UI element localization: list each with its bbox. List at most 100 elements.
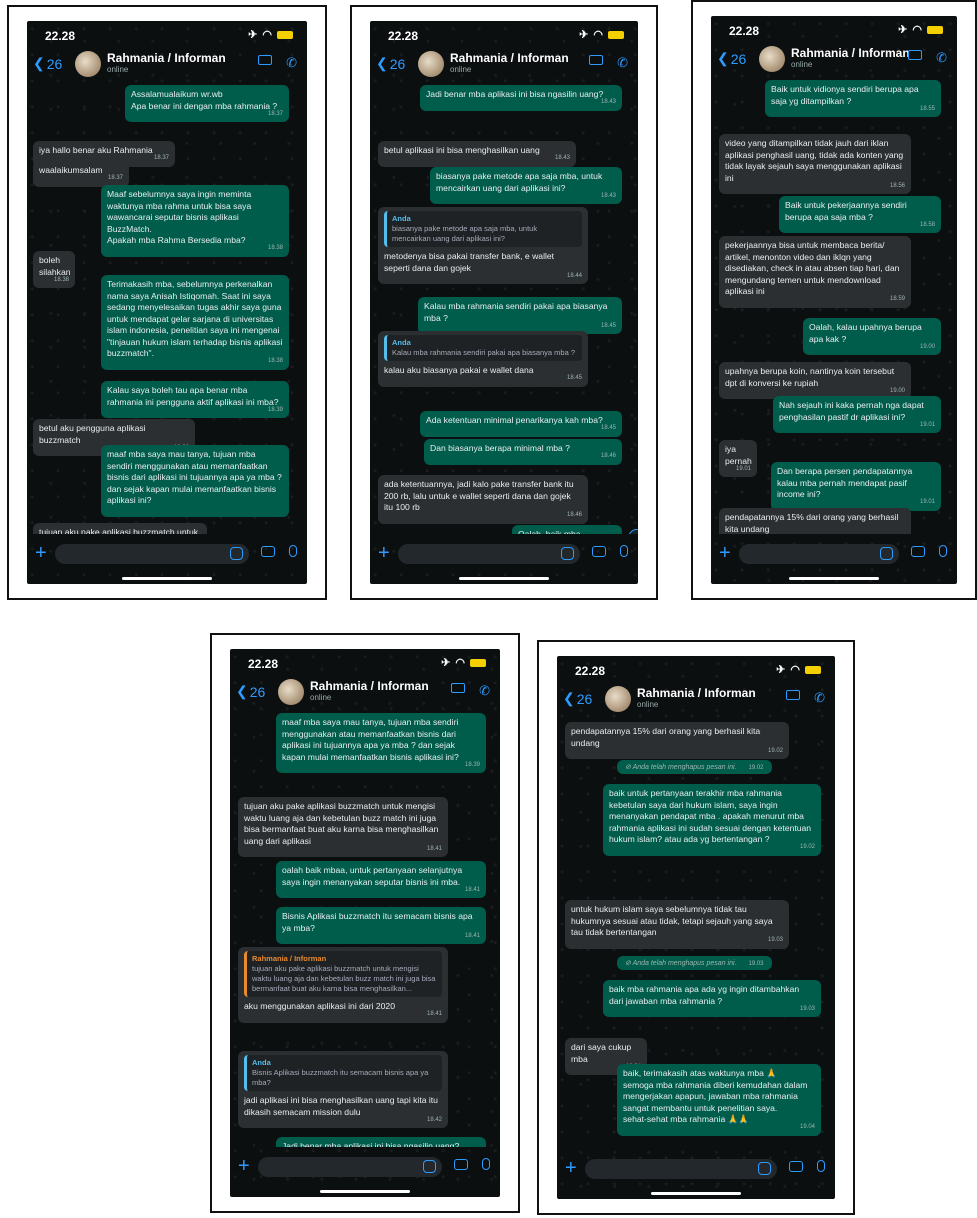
video-call-icon[interactable] — [589, 55, 604, 65]
outgoing-message[interactable]: Assalamualaikum wr.wb Apa benar ini deng… — [125, 85, 289, 122]
attach-plus-icon[interactable]: + — [238, 1155, 250, 1178]
camera-icon[interactable] — [261, 546, 275, 557]
incoming-message[interactable]: iya pernah 19.01 — [719, 440, 757, 477]
outgoing-message[interactable]: Maaf sebelumnya saya ingin meminta waktu… — [101, 185, 289, 257]
attach-plus-icon[interactable]: + — [565, 1157, 577, 1180]
attach-plus-icon[interactable]: + — [719, 542, 731, 565]
quoted-reply[interactable]: Anda biasanya pake metode apa saja mba, u… — [384, 211, 582, 247]
back-button[interactable]: ❮ 26 — [236, 683, 265, 700]
message-input[interactable] — [739, 544, 899, 564]
outgoing-message[interactable]: Jadi benar mba aplikasi ini bisa ngasili… — [420, 85, 622, 111]
outgoing-message[interactable]: Kalau saya boleh tau apa benar mba rahma… — [101, 381, 289, 418]
phone-call-icon[interactable]: ✆ — [617, 55, 628, 71]
outgoing-message[interactable]: oalah baik mbaa, untuk pertanyaan selanj… — [276, 861, 486, 898]
message-input[interactable] — [398, 544, 580, 564]
incoming-message[interactable]: pendapatannya 15% dari orang yang berhas… — [565, 722, 789, 759]
incoming-message[interactable]: Anda Kalau mba rahmania sendiri pakai apa… — [378, 331, 588, 387]
outgoing-message[interactable]: Dan berapa persen pendapatannya kalau mb… — [771, 462, 941, 511]
attach-plus-icon[interactable]: + — [35, 542, 47, 565]
outgoing-message[interactable]: Nah sejauh ini kaka pernah nga dapat pen… — [773, 396, 941, 433]
outgoing-message[interactable]: Kalau mba rahmania sendiri pakai apa bia… — [418, 297, 622, 334]
back-button[interactable]: ❮ 26 — [563, 690, 592, 707]
outgoing-message[interactable]: biasanya pake metode apa saja mba, untuk… — [430, 167, 622, 204]
quoted-reply[interactable]: Anda Kalau mba rahmania sendiri pakai apa… — [384, 335, 582, 361]
phone-call-icon[interactable]: ✆ — [936, 50, 947, 66]
message-list[interactable]: pendapatannya 15% dari orang yang berhas… — [557, 718, 835, 1149]
message-list[interactable]: Assalamualaikum wr.wb Apa benar ini deng… — [27, 83, 307, 534]
outgoing-message[interactable]: Jadi benar mba aplikasi ini bisa ngasili… — [276, 1137, 486, 1147]
microphone-icon[interactable] — [289, 545, 297, 557]
incoming-message[interactable]: pekerjaannya bisa untuk membaca berita/ … — [719, 236, 911, 308]
message-list[interactable]: maaf mba saya mau tanya, tujuan mba send… — [230, 711, 500, 1147]
avatar[interactable] — [605, 686, 631, 712]
incoming-message[interactable]: untuk hukum islam saya sebelumnya tidak … — [565, 900, 789, 949]
outgoing-message[interactable]: Baik untuk pekerjaannya sendiri berupa a… — [779, 196, 941, 233]
video-call-icon[interactable] — [908, 50, 923, 60]
incoming-message[interactable]: tujuan aku pake aplikasi buzzmatch untuk — [33, 523, 207, 534]
incoming-message[interactable]: video yang ditampilkan tidak jauh dari i… — [719, 134, 911, 194]
back-button[interactable]: ❮ 26 — [376, 55, 405, 72]
contact-name[interactable]: Rahmania / Informan — [791, 46, 910, 60]
video-call-icon[interactable] — [258, 55, 273, 65]
back-button[interactable]: ❮ 26 — [717, 50, 746, 67]
incoming-message[interactable]: waalaikumsalam 18.37 — [33, 161, 129, 187]
incoming-message[interactable]: tujuan aku pake aplikasi buzzmatch untuk… — [238, 797, 448, 857]
incoming-message[interactable]: Anda biasanya pake metode apa saja mba, u… — [378, 207, 588, 284]
incoming-message[interactable]: upahnya berupa koin, nantinya koin terse… — [719, 362, 911, 399]
phone-call-icon[interactable]: ✆ — [286, 55, 297, 71]
avatar[interactable] — [75, 51, 101, 77]
camera-icon[interactable] — [789, 1161, 803, 1172]
sticker-icon[interactable] — [880, 547, 893, 560]
sticker-icon[interactable] — [423, 1160, 436, 1173]
sticker-icon[interactable] — [758, 1162, 771, 1175]
message-input[interactable] — [55, 544, 249, 564]
message-list[interactable]: Baik untuk vidionya sendiri berupa apa s… — [711, 78, 957, 534]
outgoing-message[interactable]: Ada ketentuan minimal penarikanya kah mb… — [420, 411, 622, 437]
incoming-message[interactable]: pendapatannya 15% dari orang yang berhas… — [719, 508, 911, 534]
contact-name[interactable]: Rahmania / Informan — [107, 51, 226, 65]
quoted-reply[interactable]: Rahmania / Informan tujuan aku pake aplik… — [244, 951, 442, 997]
message-list[interactable]: Jadi benar mba aplikasi ini bisa ngasili… — [370, 83, 638, 534]
message-input[interactable] — [258, 1157, 442, 1177]
phone-call-icon[interactable]: ✆ — [814, 690, 825, 706]
outgoing-message[interactable]: maaf mba saya mau tanya, tujuan mba send… — [276, 713, 486, 773]
phone-call-icon[interactable]: ✆ — [479, 683, 490, 699]
microphone-icon[interactable] — [817, 1160, 825, 1172]
outgoing-message[interactable]: baik untuk pertanyaan terakhir mba rahma… — [603, 784, 821, 856]
video-call-icon[interactable] — [786, 690, 801, 700]
outgoing-message[interactable]: Dan biasanya berapa minimal mba ? 18.46 — [424, 439, 622, 465]
message-input[interactable] — [585, 1159, 777, 1179]
outgoing-message[interactable]: baik mba rahmania apa ada yg ingin ditam… — [603, 980, 821, 1017]
contact-name[interactable]: Rahmania / Informan — [310, 679, 429, 693]
incoming-message[interactable]: boleh silahkan 18.38 — [33, 251, 75, 288]
outgoing-message[interactable]: Oalah, baik mba18.47 — [512, 525, 622, 534]
sticker-icon[interactable] — [561, 547, 574, 560]
contact-name[interactable]: Rahmania / Informan — [450, 51, 569, 65]
microphone-icon[interactable] — [939, 545, 947, 557]
incoming-message[interactable]: Rahmania / Informan tujuan aku pake aplik… — [238, 947, 448, 1023]
outgoing-message[interactable]: baik, terimakasih atas waktunya mba 🙏 se… — [617, 1064, 821, 1136]
outgoing-message[interactable]: maaf mba saya mau tanya, tujuan mba send… — [101, 445, 289, 517]
attach-plus-icon[interactable]: + — [378, 542, 390, 565]
microphone-icon[interactable] — [482, 1158, 490, 1170]
camera-icon[interactable] — [454, 1159, 468, 1170]
outgoing-message[interactable]: Baik untuk vidionya sendiri berupa apa s… — [765, 80, 941, 117]
outgoing-message[interactable]: Terimakasih mba, sebelumnya perkenalkan … — [101, 275, 289, 370]
quoted-reply[interactable]: Anda Bisnis Aplikasi buzzmatch itu semaca… — [244, 1055, 442, 1091]
avatar[interactable] — [278, 679, 304, 705]
outgoing-message[interactable]: Oalah, kalau upahnya berupa apa kak ? 19.… — [803, 318, 941, 355]
incoming-message[interactable]: betul aplikasi ini bisa menghasilkan uan… — [378, 141, 576, 167]
incoming-message[interactable]: Anda Bisnis Aplikasi buzzmatch itu semaca… — [238, 1051, 448, 1128]
incoming-message[interactable]: ada ketentuannya, jadi kalo pake transfe… — [378, 475, 588, 524]
sticker-icon[interactable] — [230, 547, 243, 560]
contact-name[interactable]: Rahmania / Informan — [637, 686, 756, 700]
camera-icon[interactable] — [911, 546, 925, 557]
camera-icon[interactable] — [592, 546, 606, 557]
back-button[interactable]: ❮ 26 — [33, 55, 62, 72]
avatar[interactable] — [759, 46, 785, 72]
outgoing-message[interactable]: Bisnis Aplikasi buzzmatch itu semacam bi… — [276, 907, 486, 944]
video-call-icon[interactable] — [451, 683, 466, 693]
avatar[interactable] — [418, 51, 444, 77]
scroll-down-button[interactable]: ⌄ — [628, 529, 638, 534]
microphone-icon[interactable] — [620, 545, 628, 557]
